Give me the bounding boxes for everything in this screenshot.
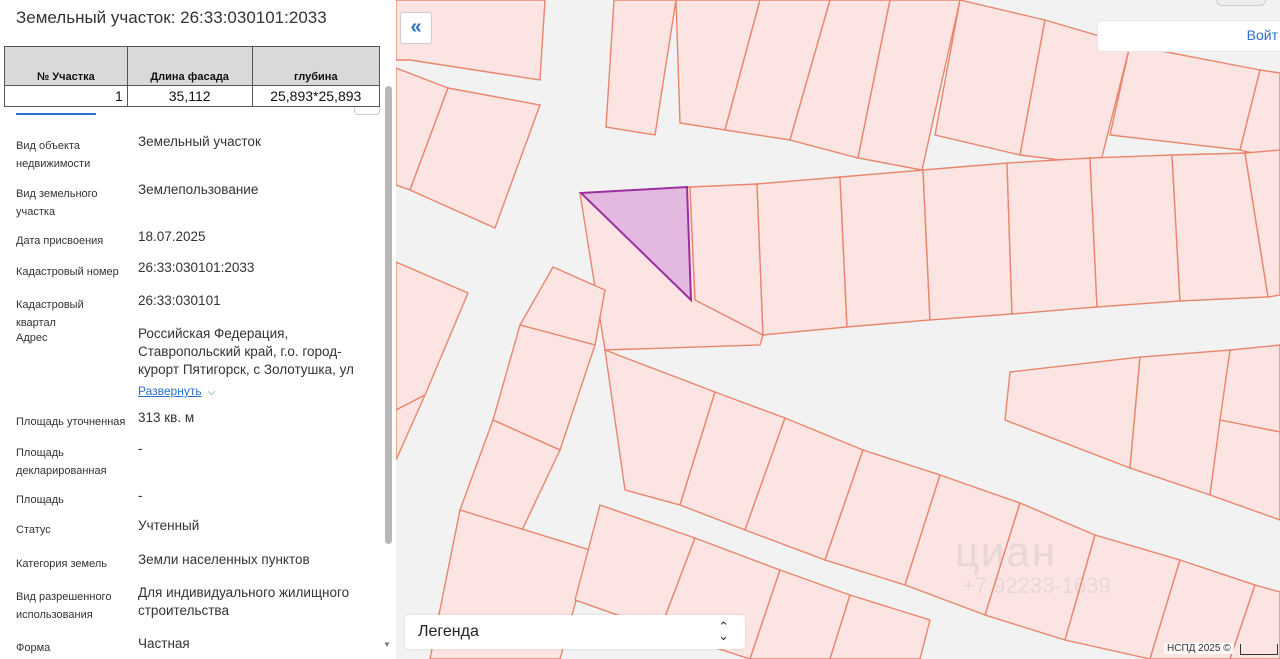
scale-bar — [1240, 644, 1278, 655]
prop-value: Частная — [138, 636, 190, 651]
prop-label: Вид объекта недвижимости — [16, 140, 91, 170]
scroll-down-arrow-icon[interactable]: ▼ — [383, 640, 391, 649]
prop-label: Площадь — [16, 494, 64, 506]
table-header: глубина — [251, 46, 381, 86]
double-chevron-left-icon[interactable]: « — [410, 16, 421, 38]
map-parcel — [1109, 44, 1261, 151]
map-parcel — [1089, 154, 1181, 308]
map-parcel — [839, 169, 931, 328]
table-cell: 1 — [4, 85, 128, 107]
prop-value: 26:33:030101:2033 — [138, 260, 255, 275]
prop-value: 18.07.2025 — [138, 229, 206, 244]
panel-title: Земельный участок: 26:33:030101:2033 — [16, 8, 327, 27]
prop-value: 26:33:030101 — [138, 293, 221, 308]
legend-dropdown[interactable]: Легенда ⌃ ⌄ — [405, 615, 745, 649]
table-header: № Участка — [4, 46, 128, 86]
prop-value: Российская Федерация, Ставропольский кра… — [138, 326, 354, 377]
prop-label: Статус — [16, 524, 51, 536]
dimensions-table: № Участка Длина фасада глубина 1 35,112 … — [4, 46, 381, 107]
copyright: НСПД 2025 © — [1164, 643, 1234, 654]
legend-label[interactable]: Легенда — [418, 623, 479, 641]
expand-link[interactable]: Развернуть ⌵ — [138, 382, 215, 400]
map-canvas[interactable] — [396, 0, 1280, 659]
map-parcel — [605, 0, 677, 136]
prop-label: Вид разрешенного использования — [16, 591, 112, 621]
prop-label: Кадастровый квартал — [16, 299, 84, 329]
expand-link-label[interactable]: Развернуть — [138, 384, 202, 398]
up-down-chevron-icon[interactable]: ⌃ ⌄ — [718, 620, 729, 642]
prop-label: Вид земельного участка — [16, 188, 98, 218]
map-parcel — [1219, 344, 1280, 433]
login-button[interactable]: Войт — [1247, 27, 1278, 43]
map-parcel — [756, 176, 848, 336]
prop-value: Земли населенных пунктов — [138, 552, 310, 567]
prop-value: Для индивидуального жилищного строительс… — [138, 585, 350, 618]
map-parcel — [1209, 419, 1280, 521]
cadastral-map[interactable]: циан +7 92233-1639 — [396, 0, 1280, 659]
map-parcel — [1006, 157, 1098, 315]
panel-scrollbar[interactable] — [385, 86, 392, 544]
table-header: Длина фасада — [126, 46, 253, 86]
info-panel: Земельный участок: 26:33:030101:2033 Вид… — [0, 0, 397, 659]
prop-label: Площадь декларированная — [16, 447, 107, 477]
prop-label: Адрес — [16, 332, 48, 344]
prop-value: - — [138, 441, 143, 456]
prop-label: Дата присвоения — [16, 235, 104, 247]
table-header-row: № Участка Длина фасада глубина — [4, 46, 381, 86]
collapse-panel-button[interactable]: « — [400, 12, 432, 44]
prop-label: Категория земель — [16, 558, 107, 570]
prop-label: Кадастровый номер — [16, 266, 119, 278]
prop-value: 313 кв. м — [138, 410, 195, 425]
map-parcel — [396, 261, 469, 411]
watermark-phone: +7 92233-1639 — [962, 573, 1111, 598]
map-parcel — [922, 162, 1013, 321]
top-right-control[interactable] — [1216, 0, 1266, 6]
prop-value: Учтенный — [138, 518, 200, 533]
prop-value: - — [138, 488, 143, 503]
prop-label: Площадь уточненная — [16, 416, 126, 428]
map-parcel — [1004, 356, 1141, 469]
table-cell: 35,112 — [126, 85, 253, 107]
login-bar[interactable]: Войт — [1097, 20, 1280, 52]
active-tab-indicator — [16, 113, 96, 115]
prop-value: Землепользование — [138, 182, 259, 197]
prop-value: Земельный участок — [138, 134, 261, 149]
table-row: 1 35,112 25,893*25,893 — [4, 85, 381, 107]
chevron-down-icon[interactable]: ⌵ — [208, 387, 216, 398]
watermark: циан — [955, 528, 1058, 575]
table-cell: 25,893*25,893 — [251, 85, 381, 107]
prop-label: Форма собственности — [16, 642, 51, 654]
